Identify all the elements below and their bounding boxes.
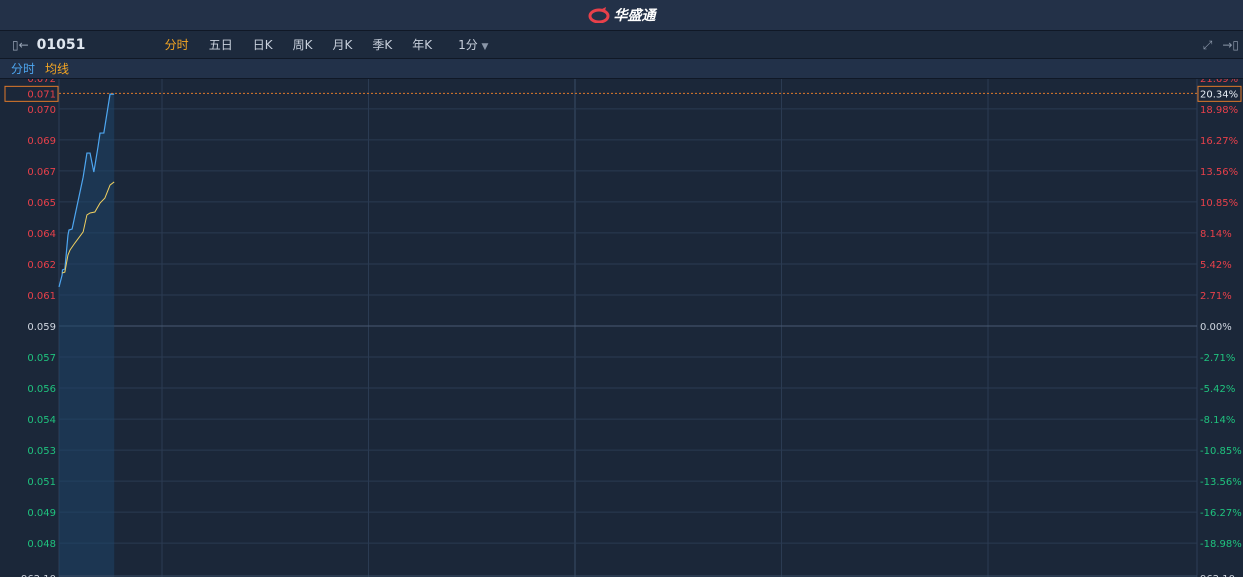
price-tick-label: 0.054 [27,415,56,426]
price-tick-label: 0.053 [27,446,56,457]
tab-quarter-k[interactable]: 季K [372,36,392,53]
tab-year-k[interactable]: 年K [412,36,432,53]
title-bar: 华盛通 [0,0,1243,31]
tab-five-day[interactable]: 五日 [209,36,233,53]
crosshair-pct: 20.34% [1200,89,1238,100]
tab-week-k[interactable]: 周K [293,36,313,53]
crosshair-price: 0.071 [27,89,56,100]
tab-minute[interactable]: 分时 [165,36,189,53]
legend-minute: 分时 [11,62,36,76]
price-tick-label: 0.062 [27,260,56,271]
price-tick-label: 0.057 [27,353,56,364]
price-tick-label: 0.065 [27,198,56,209]
pct-tick-label: 21.69% [1200,79,1238,85]
price-tick-label: 0.056 [27,384,56,395]
price-tick-label: 0.061 [27,291,56,302]
pct-tick-label: 16.27% [1200,136,1238,147]
fullscreen-icon[interactable]: ⤢ [1203,38,1213,53]
toolbar: ▯← 01051 分时 五日 日K 周K 月K 季K 年K 1分 ▼ [0,31,1243,59]
pct-tick-label: 18.98% [1200,105,1238,116]
pct-tick-label: -2.71% [1200,353,1235,364]
pct-tick-label: 5.42% [1200,260,1232,271]
price-tick-label: 0.067 [27,167,56,178]
interval-value: 1分 [458,38,478,52]
price-tick-label: 0.064 [27,229,56,240]
collapse-right-icon[interactable]: →▯ [1222,38,1239,53]
pct-tick-label: -8.14% [1200,415,1235,426]
price-tick-label: 0.070 [27,105,56,116]
pct-tick-label: 10.85% [1200,198,1238,209]
pct-tick-label: -5.42% [1200,384,1235,395]
legend-avg: 均线 [45,62,70,76]
pct-tick-label: 13.56% [1200,167,1238,178]
chevron-down-icon: ▼ [481,42,489,52]
tab-day-k[interactable]: 日K [253,36,273,53]
tab-month-k[interactable]: 月K [332,36,352,53]
pct-tick-label: 0.00% [1200,322,1232,333]
price-tick-label: 0.059 [27,322,56,333]
pct-tick-label: 2.71% [1200,291,1232,302]
intraday-chart[interactable]: 0.072 21.69% 0.071 20.34% 0.070 18.98% 0.069 16… [0,79,1243,577]
legend-bar: 分时 均线 [0,59,1243,79]
pct-tick-label: 8.14% [1200,229,1232,240]
pct-tick-label: -18.98% [1200,539,1242,550]
price-tick-label: 0.072 [27,79,56,85]
price-tick-label: 0.048 [27,539,56,550]
logo-icon [588,7,609,23]
brand-logo: 华盛通 [588,5,656,25]
pct-tick-label: -16.27% [1200,508,1242,519]
pct-tick-label: -10.85% [1200,446,1242,457]
price-tick-label: 0.069 [27,136,56,147]
collapse-left-icon[interactable]: ▯← [12,38,29,52]
stock-code: 01051 [36,36,86,53]
price-tick-label: 0.049 [27,508,56,519]
interval-dropdown[interactable]: 1分 ▼ [458,36,488,53]
brand-name: 华盛通 [613,8,656,24]
price-tick-label: 0.051 [27,477,56,488]
pct-tick-label: -13.56% [1200,477,1242,488]
price-area [59,94,115,577]
